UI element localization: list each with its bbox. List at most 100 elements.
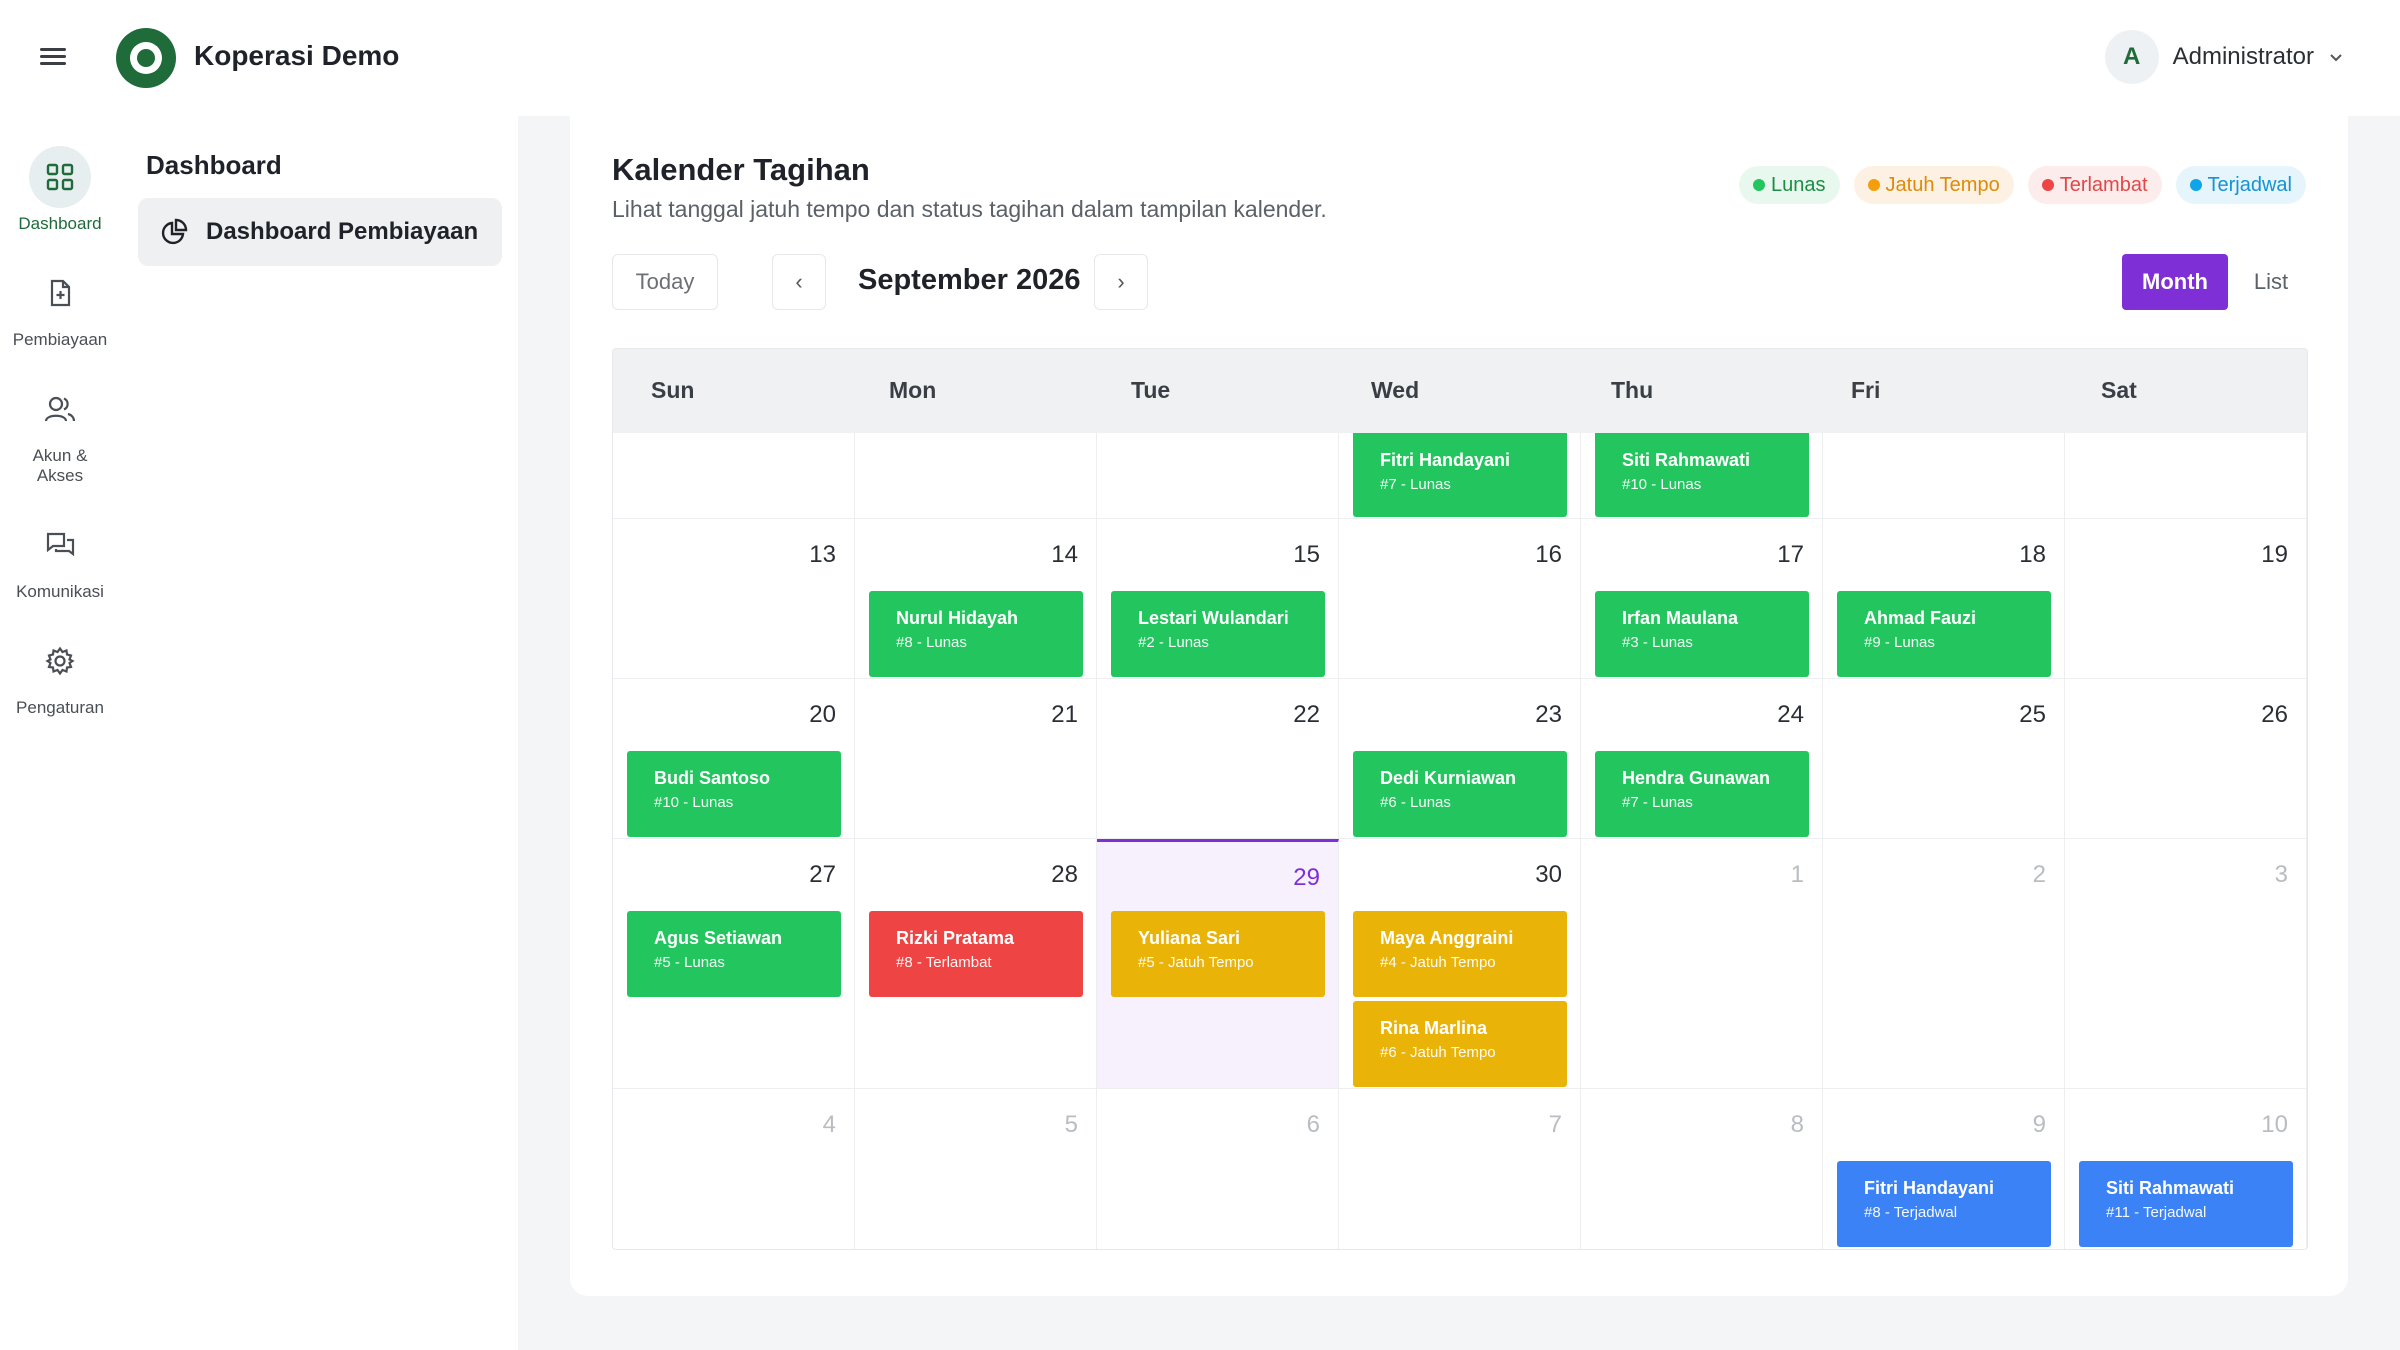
subnav-item-dashboard-pembiayaan[interactable]: Dashboard Pembiayaan — [138, 198, 502, 266]
day-number: 27 — [809, 861, 836, 888]
weekday-sun: Sun — [651, 377, 695, 403]
calendar-event[interactable]: Siti Rahmawati #11 - Terjadwal — [2079, 1161, 2293, 1247]
calendar-day-cell[interactable]: 30 Maya Anggraini #4 - Jatuh Tempo Rina Mar… — [1339, 839, 1581, 1089]
calendar-day-cell[interactable]: 2 — [1823, 839, 2065, 1089]
prev-month-button[interactable]: ‹ — [772, 254, 826, 310]
calendar-event[interactable]: Rizki Pratama #8 - Terlambat — [869, 911, 1083, 997]
calendar-event[interactable]: Agus Setiawan #5 - Lunas — [627, 911, 841, 997]
event-status: #9 - Lunas — [1864, 634, 1935, 651]
rail-item-komunikasi[interactable]: Komunikasi — [0, 514, 120, 602]
calendar-day-cell[interactable] — [1097, 433, 1339, 519]
user-name: Administrator — [2172, 43, 2314, 70]
calendar-event[interactable]: Dedi Kurniawan #6 - Lunas — [1353, 751, 1567, 837]
event-status: #8 - Terlambat — [896, 954, 992, 971]
status-legend: Lunas Jatuh Tempo Terlambat Terjadwal — [1739, 166, 2306, 204]
calendar-day-cell[interactable]: 13 — [613, 519, 855, 679]
menu-icon[interactable] — [40, 44, 80, 74]
gear-icon — [29, 630, 91, 692]
calendar-day-cell[interactable]: 17 Irfan Maulana #3 - Lunas — [1581, 519, 1823, 679]
calendar-header: Sun Mon Tue Wed Thu Fri Sat — [613, 349, 2307, 433]
subnav-item-label: Dashboard Pembiayaan — [206, 218, 479, 245]
calendar-event[interactable]: Maya Anggraini #4 - Jatuh Tempo — [1353, 911, 1567, 997]
event-status: #7 - Lunas — [1380, 476, 1451, 493]
calendar-day-cell[interactable]: 9 Fitri Handayani #8 - Terjadwal — [1823, 1089, 2065, 1249]
day-number: 9 — [2032, 1111, 2046, 1138]
top-bar: Koperasi Demo A Administrator — [0, 0, 2400, 116]
calendar-day-cell[interactable] — [1823, 433, 2065, 519]
calendar-day-cell[interactable]: 7 — [1339, 1089, 1581, 1249]
calendar-event[interactable]: Lestari Wulandari #2 - Lunas — [1111, 591, 1325, 677]
calendar-day-cell[interactable]: 27 Agus Setiawan #5 - Lunas — [613, 839, 855, 1089]
calendar-day-cell[interactable]: 4 — [613, 1089, 855, 1249]
calendar-event[interactable]: Ahmad Fauzi #9 - Lunas — [1837, 591, 2051, 677]
legend-jatuh-tempo: Jatuh Tempo — [1853, 166, 2014, 204]
calendar-day-cell[interactable]: 24 Hendra Gunawan #7 - Lunas — [1581, 679, 1823, 839]
event-status: #8 - Terjadwal — [1864, 1204, 1958, 1221]
calendar-day-cell[interactable]: 21 — [855, 679, 1097, 839]
user-menu[interactable]: A Administrator — [2104, 30, 2344, 84]
calendar-day-cell[interactable]: 19 — [2065, 519, 2307, 679]
next-month-button[interactable]: › — [1094, 254, 1148, 310]
calendar-day-cell[interactable]: 6 — [1097, 1089, 1339, 1249]
calendar-day-cell[interactable]: 1 — [1581, 839, 1823, 1089]
event-name: Irfan Maulana — [1622, 608, 1739, 628]
calendar-day-cell[interactable]: 16 — [1339, 519, 1581, 679]
page-title: Kalender Tagihan — [612, 152, 870, 187]
subnav-title: Dashboard — [146, 150, 282, 180]
calendar-day-cell[interactable]: 3 — [2065, 839, 2307, 1089]
calendar-day-cell[interactable]: 26 — [2065, 679, 2307, 839]
calendar-day-cell[interactable]: 20 Budi Santoso #10 - Lunas — [613, 679, 855, 839]
rail-item-pengaturan[interactable]: Pengaturan — [0, 630, 120, 718]
calendar-event[interactable]: Rina Marlina #6 - Jatuh Tempo — [1353, 1001, 1567, 1087]
event-name: Budi Santoso — [654, 768, 770, 788]
calendar-day-cell[interactable] — [2065, 433, 2307, 519]
calendar-event[interactable]: Budi Santoso #10 - Lunas — [627, 751, 841, 837]
rail-item-pembiayaan[interactable]: Pembiayaan — [0, 262, 120, 350]
calendar-day-cell[interactable]: 10 Siti Rahmawati #11 - Terjadwal — [2065, 1089, 2307, 1249]
rail-item-akun-akses[interactable]: Akun & Akses — [0, 378, 120, 486]
event-status: #5 - Lunas — [654, 954, 725, 971]
calendar-day-cell[interactable]: 22 — [1097, 679, 1339, 839]
calendar-day-cell[interactable]: 29 Yuliana Sari #5 - Jatuh Tempo — [1097, 839, 1339, 1089]
status-dot-icon — [1753, 179, 1766, 191]
calendar-day-cell[interactable]: 28 Rizki Pratama #8 - Terlambat — [855, 839, 1097, 1089]
calendar-event[interactable]: Fitri Handayani #8 - Terjadwal — [1837, 1161, 2051, 1247]
view-month-button[interactable]: Month — [2122, 254, 2228, 310]
chat-icon — [29, 514, 91, 576]
calendar-day-cell[interactable]: 14 Nurul Hidayah #8 - Lunas — [855, 519, 1097, 679]
calendar-event[interactable]: Irfan Maulana #3 - Lunas — [1595, 591, 1809, 677]
day-number: 21 — [1051, 701, 1078, 728]
event-status: #10 - Lunas — [1622, 476, 1702, 493]
calendar-day-cell[interactable]: Siti Rahmawati #10 - Lunas — [1581, 433, 1823, 519]
event-name: Siti Rahmawati — [1622, 450, 1751, 470]
event-name: Lestari Wulandari — [1138, 608, 1289, 628]
day-number: 29 — [1293, 864, 1320, 891]
rail-item-dashboard[interactable]: Dashboard — [0, 146, 120, 234]
calendar-day-cell[interactable]: Fitri Handayani #7 - Lunas — [1339, 433, 1581, 519]
main-content: Kalender Tagihan Lihat tanggal jatuh tem… — [518, 116, 2400, 1350]
day-number: 6 — [1306, 1111, 1320, 1138]
calendar-event[interactable]: Siti Rahmawati #10 - Lunas — [1595, 433, 1809, 517]
calendar-event[interactable]: Yuliana Sari #5 - Jatuh Tempo — [1111, 911, 1325, 997]
view-list-button[interactable]: List — [2236, 254, 2306, 310]
calendar-event[interactable]: Fitri Handayani #7 - Lunas — [1353, 433, 1567, 517]
day-number: 20 — [809, 701, 836, 728]
calendar-day-cell[interactable]: 18 Ahmad Fauzi #9 - Lunas — [1823, 519, 2065, 679]
calendar-day-cell[interactable]: 23 Dedi Kurniawan #6 - Lunas — [1339, 679, 1581, 839]
calendar-event[interactable]: Nurul Hidayah #8 - Lunas — [869, 591, 1083, 677]
calendar-day-cell[interactable]: 8 — [1581, 1089, 1823, 1249]
calendar-event[interactable]: Hendra Gunawan #7 - Lunas — [1595, 751, 1809, 837]
pie-chart-icon — [161, 218, 188, 245]
calendar-day-cell[interactable]: 5 — [855, 1089, 1097, 1249]
day-number: 13 — [809, 541, 836, 568]
day-number: 14 — [1051, 541, 1078, 568]
calendar-day-cell[interactable] — [855, 433, 1097, 519]
calendar-day-cell[interactable]: 25 — [1823, 679, 2065, 839]
calendar-day-cell[interactable]: 15 Lestari Wulandari #2 - Lunas — [1097, 519, 1339, 679]
day-number: 22 — [1293, 701, 1320, 728]
event-status: #8 - Lunas — [896, 634, 967, 651]
users-icon — [29, 378, 91, 440]
today-button[interactable]: Today — [612, 254, 718, 310]
calendar-day-cell[interactable] — [613, 433, 855, 519]
legend-lunas: Lunas — [1739, 166, 1840, 204]
